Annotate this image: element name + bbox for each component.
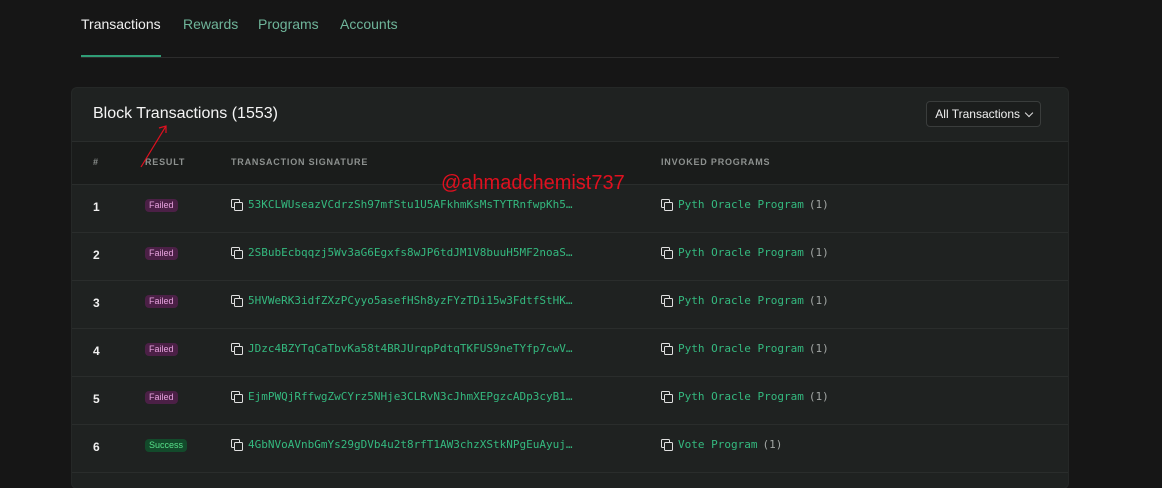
row-number: 2 [93,248,100,262]
tab-rewards[interactable]: Rewards [183,16,238,32]
copy-icon[interactable] [661,198,673,211]
signature-cell: 5HVWeRK3idfZXzPCyyo5asefHSh8yzFYzTDi15w3… [231,294,573,307]
tab-transactions[interactable]: Transactions [81,16,161,32]
program-cell: Pyth Oracle Program (1) [661,246,829,259]
active-tab-indicator [81,55,161,57]
table-row: 4 Failed JDzc4BZYTqCaTbvKa58t4BRJUrqpPdt… [72,328,1068,377]
program-cell: Pyth Oracle Program (1) [661,342,829,355]
program-cell: Vote Program (1) [661,438,782,451]
chevron-down-icon [1024,108,1034,117]
tab-accounts[interactable]: Accounts [340,16,398,32]
watermark-text: @ahmadchemist737 [441,172,625,194]
program-link[interactable]: Pyth Oracle Program [678,246,804,259]
copy-icon[interactable] [661,342,673,355]
program-link[interactable]: Pyth Oracle Program [678,342,804,355]
copy-icon[interactable] [231,390,243,403]
table-row: 3 Failed 5HVWeRK3idfZXzPCyyo5asefHSh8yzF… [72,280,1068,329]
copy-icon[interactable] [661,294,673,307]
copy-icon[interactable] [231,198,243,211]
tab-bar: Transactions Rewards Programs Accounts [81,0,1059,58]
program-count: (1) [808,390,829,403]
copy-icon[interactable] [231,438,243,451]
copy-icon[interactable] [231,342,243,355]
copy-icon[interactable] [661,438,673,451]
program-link[interactable]: Pyth Oracle Program [678,390,804,403]
status-badge: Failed [145,295,178,308]
copy-icon[interactable] [661,246,673,259]
status-badge: Success [145,439,188,452]
table-row: 6 Success 4GbNVoAVnbGmYs29gDVb4u2t8rfT1A… [72,424,1068,473]
table-row: 5 Failed EjmPWQjRffwgZwCYrz5NHje3CLRvN3c… [72,376,1068,425]
program-count: (1) [762,438,783,451]
block-transactions-card: Block Transactions (1553) All Transactio… [72,88,1068,488]
signature-link[interactable]: 53KCLWUseazVCdrzSh97mfStu1U5AFkhmKsMsTYT… [248,198,573,211]
signature-link[interactable]: JDzc4BZYTqCaTbvKa58t4BRJUrqpPdtqTKFUS9ne… [248,342,573,355]
signature-link[interactable]: 4GbNVoAVnbGmYs29gDVb4u2t8rfT1AW3chzXStkN… [248,438,573,451]
row-number: 5 [93,392,100,406]
signature-cell: EjmPWQjRffwgZwCYrz5NHje3CLRvN3cJhmXEPgzc… [231,390,573,403]
program-link[interactable]: Pyth Oracle Program [678,294,804,307]
program-cell: Pyth Oracle Program (1) [661,390,829,403]
signature-cell: 53KCLWUseazVCdrzSh97mfStu1U5AFkhmKsMsTYT… [231,198,573,211]
program-link[interactable]: Vote Program [678,438,757,451]
row-number: 1 [93,200,100,214]
program-link[interactable]: Pyth Oracle Program [678,198,804,211]
table-row: 2 Failed 2SBubEcbqqzj5Wv3aG6Egxfs8wJP6td… [72,232,1068,281]
status-badge: Failed [145,391,178,404]
status-badge: Failed [145,343,178,356]
copy-icon[interactable] [661,390,673,403]
program-count: (1) [808,342,829,355]
header-num: # [93,157,99,167]
program-cell: Pyth Oracle Program (1) [661,294,829,307]
program-count: (1) [808,294,829,307]
signature-cell: 2SBubEcbqqzj5Wv3aG6Egxfs8wJP6tdJM1V8buuH… [231,246,573,259]
copy-icon[interactable] [231,246,243,259]
program-cell: Pyth Oracle Program (1) [661,198,829,211]
program-count: (1) [808,198,829,211]
signature-cell: 4GbNVoAVnbGmYs29gDVb4u2t8rfT1AW3chzXStkN… [231,438,573,451]
row-number: 6 [93,440,100,454]
header-signature: TRANSACTION SIGNATURE [231,157,369,167]
header-programs: INVOKED PROGRAMS [661,157,771,167]
signature-cell: JDzc4BZYTqCaTbvKa58t4BRJUrqpPdtqTKFUS9ne… [231,342,573,355]
signature-link[interactable]: 2SBubEcbqqzj5Wv3aG6Egxfs8wJP6tdJM1V8buuH… [248,246,573,259]
transaction-filter-dropdown[interactable]: All Transactions [926,101,1041,127]
status-badge: Failed [145,199,178,212]
status-badge: Failed [145,247,178,260]
filter-label: All Transactions [935,107,1020,121]
row-number: 3 [93,296,100,310]
copy-icon[interactable] [231,294,243,307]
card-title: Block Transactions (1553) [93,105,278,122]
signature-link[interactable]: EjmPWQjRffwgZwCYrz5NHje3CLRvN3cJhmXEPgzc… [248,390,573,403]
tab-programs[interactable]: Programs [258,16,319,32]
signature-link[interactable]: 5HVWeRK3idfZXzPCyyo5asefHSh8yzFYzTDi15w3… [248,294,573,307]
annotation-arrow-icon [140,125,167,168]
program-count: (1) [808,246,829,259]
row-number: 4 [93,344,100,358]
